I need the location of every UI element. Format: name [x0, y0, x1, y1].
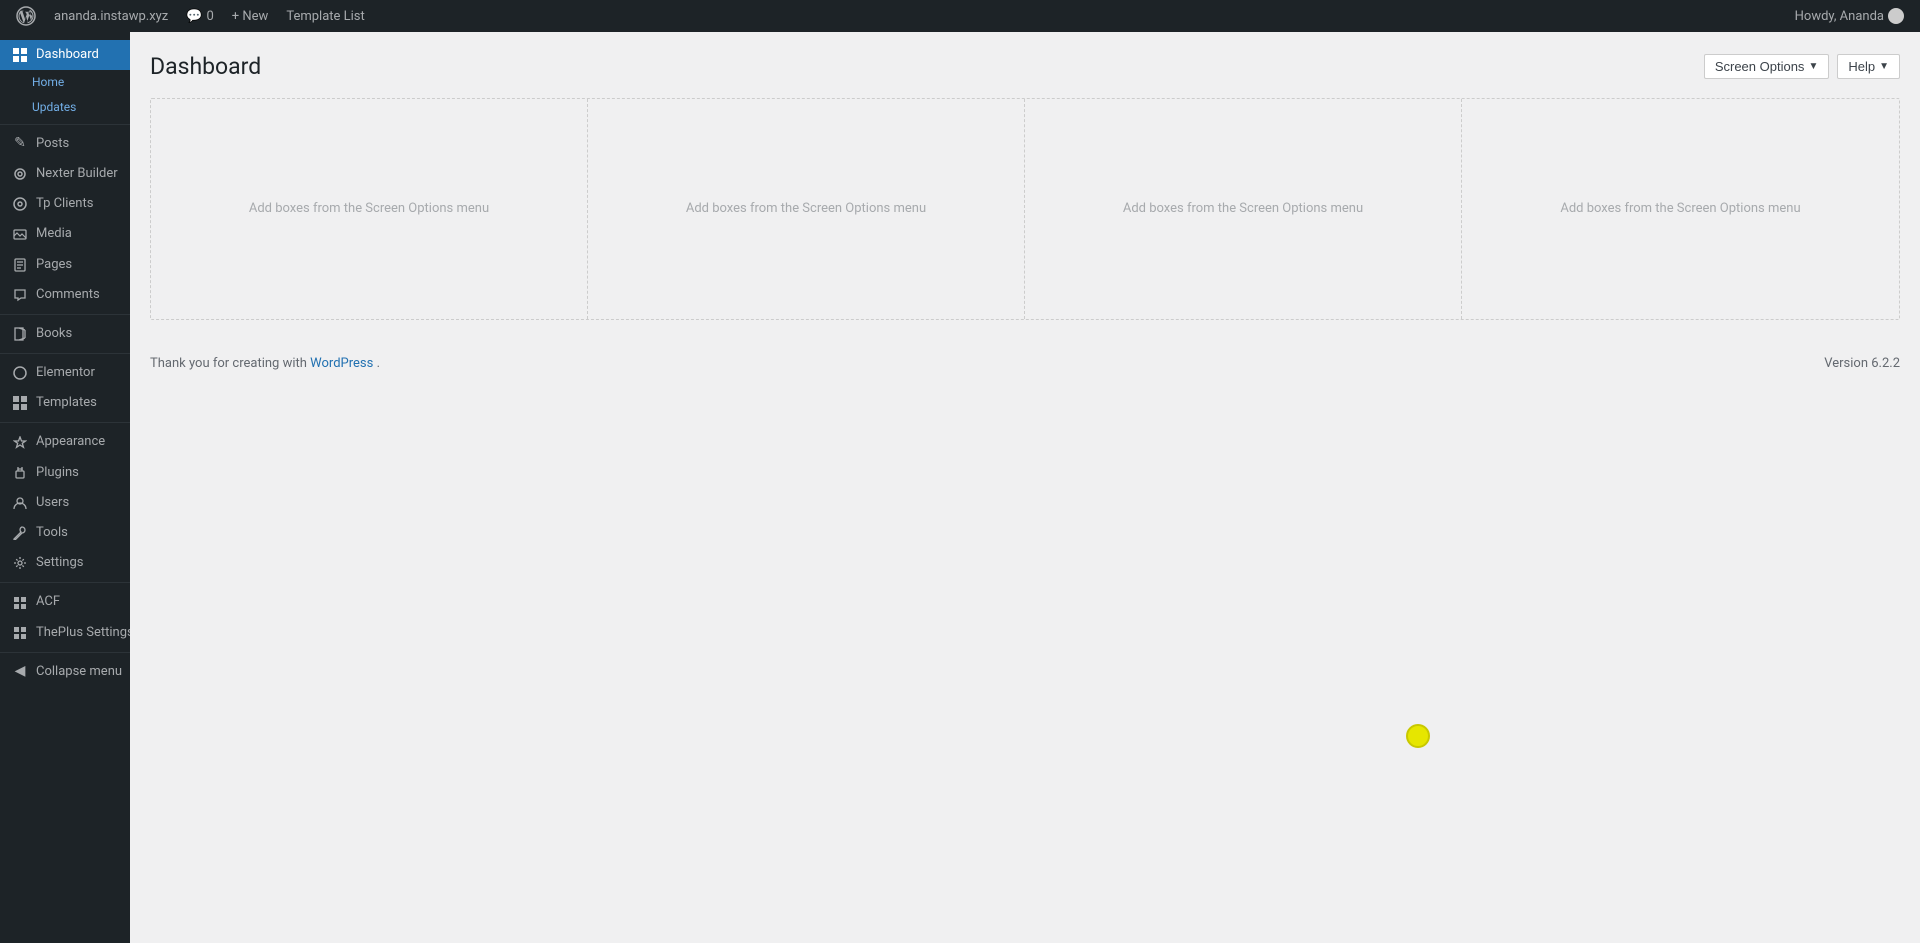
- comments-sidebar-icon: [12, 287, 28, 303]
- settings-icon: [12, 555, 28, 571]
- col4-placeholder-text: Add boxes from the Screen Options menu: [1560, 201, 1800, 216]
- sidebar-item-plugins[interactable]: Plugins: [0, 458, 130, 488]
- sidebar-settings-label: Settings: [36, 554, 83, 572]
- sidebar-item-posts[interactable]: ✎ Posts: [0, 129, 130, 159]
- footer-version: Version 6.2.2: [1824, 356, 1900, 371]
- sidebar-item-elementor[interactable]: Elementor: [0, 358, 130, 388]
- howdy-item[interactable]: Howdy, Ananda: [1787, 0, 1912, 32]
- dashboard-icon: [12, 47, 28, 63]
- footer-period: .: [377, 356, 380, 371]
- help-label: Help: [1848, 59, 1875, 74]
- collapse-icon: ◀: [12, 664, 28, 680]
- screen-meta-buttons: Screen Options ▼ Help ▼: [1704, 54, 1900, 79]
- template-list-label: Template List: [286, 9, 364, 24]
- sidebar-tools-label: Tools: [36, 524, 68, 542]
- tp-clients-icon: [12, 196, 28, 212]
- home-label: Home: [32, 74, 64, 91]
- dashboard-widget-area: Add boxes from the Screen Options menu A…: [150, 98, 1900, 320]
- wp-logo-item[interactable]: [8, 0, 44, 32]
- sidebar-item-label: Dashboard: [36, 46, 99, 64]
- sidebar-item-dashboard[interactable]: Dashboard: [0, 40, 130, 70]
- theplus-icon: [12, 625, 28, 641]
- posts-icon: ✎: [12, 136, 28, 152]
- wp-logo-icon: [16, 6, 36, 26]
- sidebar-item-acf[interactable]: ACF: [0, 587, 130, 617]
- sidebar-item-books[interactable]: Books: [0, 319, 130, 349]
- sidebar-books-label: Books: [36, 325, 72, 343]
- comments-item[interactable]: 💬 0: [178, 0, 222, 32]
- updates-label: Updates: [32, 99, 76, 116]
- screen-options-button[interactable]: Screen Options ▼: [1704, 54, 1830, 79]
- sidebar-users-label: Users: [36, 494, 69, 512]
- sidebar-item-nexter-builder[interactable]: Nexter Builder: [0, 159, 130, 189]
- sidebar-item-tools[interactable]: Tools: [0, 518, 130, 548]
- sidebar-nexter-label: Nexter Builder: [36, 165, 118, 183]
- user-avatar: [1888, 8, 1904, 24]
- plugins-icon: [12, 465, 28, 481]
- footer-wordpress-link[interactable]: WordPress: [310, 356, 373, 371]
- new-content-label: + New: [232, 9, 269, 24]
- dashboard-col-1: Add boxes from the Screen Options menu: [151, 99, 588, 319]
- sidebar-templates-label: Templates: [36, 394, 97, 412]
- help-button[interactable]: Help ▼: [1837, 54, 1900, 79]
- comment-icon: 💬: [186, 9, 202, 24]
- appearance-icon: [12, 435, 28, 451]
- sidebar-item-settings[interactable]: Settings: [0, 548, 130, 578]
- acf-icon: [12, 595, 28, 611]
- wp-footer: Thank you for creating with WordPress . …: [130, 340, 1920, 387]
- page-header: Dashboard Screen Options ▼ Help ▼: [150, 52, 1900, 82]
- sidebar-pages-label: Pages: [36, 256, 72, 274]
- page-title: Dashboard: [150, 52, 261, 82]
- sidebar-item-updates[interactable]: Updates: [0, 95, 130, 120]
- elementor-icon: [12, 365, 28, 381]
- footer-thank-you: Thank you for creating with: [150, 356, 307, 371]
- nexter-builder-icon: [12, 166, 28, 182]
- col1-placeholder-text: Add boxes from the Screen Options menu: [249, 201, 489, 216]
- howdy-label: Howdy, Ananda: [1795, 9, 1884, 24]
- new-content-item[interactable]: + New: [224, 0, 277, 32]
- dashboard-col-4: Add boxes from the Screen Options menu: [1462, 99, 1899, 319]
- site-name-item[interactable]: ananda.instawp.xyz: [46, 0, 176, 32]
- dashboard-col-2: Add boxes from the Screen Options menu: [588, 99, 1025, 319]
- tools-icon: [12, 525, 28, 541]
- sidebar-item-pages[interactable]: Pages: [0, 250, 130, 280]
- pages-icon: [12, 257, 28, 273]
- admin-bar: ananda.instawp.xyz 💬 0 + New Template Li…: [0, 0, 1920, 32]
- template-list-item[interactable]: Template List: [278, 0, 372, 32]
- sidebar-collapse-label: Collapse menu: [36, 663, 122, 681]
- sidebar-item-appearance[interactable]: Appearance: [0, 427, 130, 457]
- sidebar-item-home[interactable]: Home: [0, 70, 130, 95]
- sidebar-plugins-label: Plugins: [36, 464, 79, 482]
- col3-placeholder-text: Add boxes from the Screen Options menu: [1123, 201, 1363, 216]
- users-icon: [12, 495, 28, 511]
- col2-placeholder-text: Add boxes from the Screen Options menu: [686, 201, 926, 216]
- sidebar-item-comments[interactable]: Comments: [0, 280, 130, 310]
- sidebar-item-users[interactable]: Users: [0, 488, 130, 518]
- sidebar-item-media[interactable]: Media: [0, 219, 130, 249]
- sidebar-item-tp-clients[interactable]: Tp Clients: [0, 189, 130, 219]
- sidebar-item-templates[interactable]: Templates: [0, 388, 130, 418]
- screen-options-label: Screen Options: [1715, 59, 1805, 74]
- dashboard-col-3: Add boxes from the Screen Options menu: [1025, 99, 1462, 319]
- sidebar-elementor-label: Elementor: [36, 364, 95, 382]
- sidebar: Dashboard Home Updates ✎ Posts Nexter Bu…: [0, 32, 130, 943]
- sidebar-tp-clients-label: Tp Clients: [36, 195, 93, 213]
- sidebar-comments-label: Comments: [36, 286, 100, 304]
- templates-icon: [12, 395, 28, 411]
- books-icon: [12, 326, 28, 342]
- footer-credit: Thank you for creating with WordPress .: [150, 356, 380, 371]
- screen-options-arrow: ▼: [1808, 61, 1818, 72]
- comment-count: 0: [206, 9, 213, 24]
- sidebar-posts-label: Posts: [36, 135, 69, 153]
- sidebar-appearance-label: Appearance: [36, 433, 105, 451]
- site-name-label: ananda.instawp.xyz: [54, 9, 168, 24]
- help-arrow: ▼: [1879, 61, 1889, 72]
- media-icon: [12, 226, 28, 242]
- sidebar-theplus-label: ThePlus Settings: [36, 624, 134, 642]
- sidebar-item-collapse[interactable]: ◀ Collapse menu: [0, 657, 130, 687]
- sidebar-media-label: Media: [36, 225, 72, 243]
- sidebar-acf-label: ACF: [36, 593, 60, 611]
- sidebar-item-theplus-settings[interactable]: ThePlus Settings: [0, 618, 130, 648]
